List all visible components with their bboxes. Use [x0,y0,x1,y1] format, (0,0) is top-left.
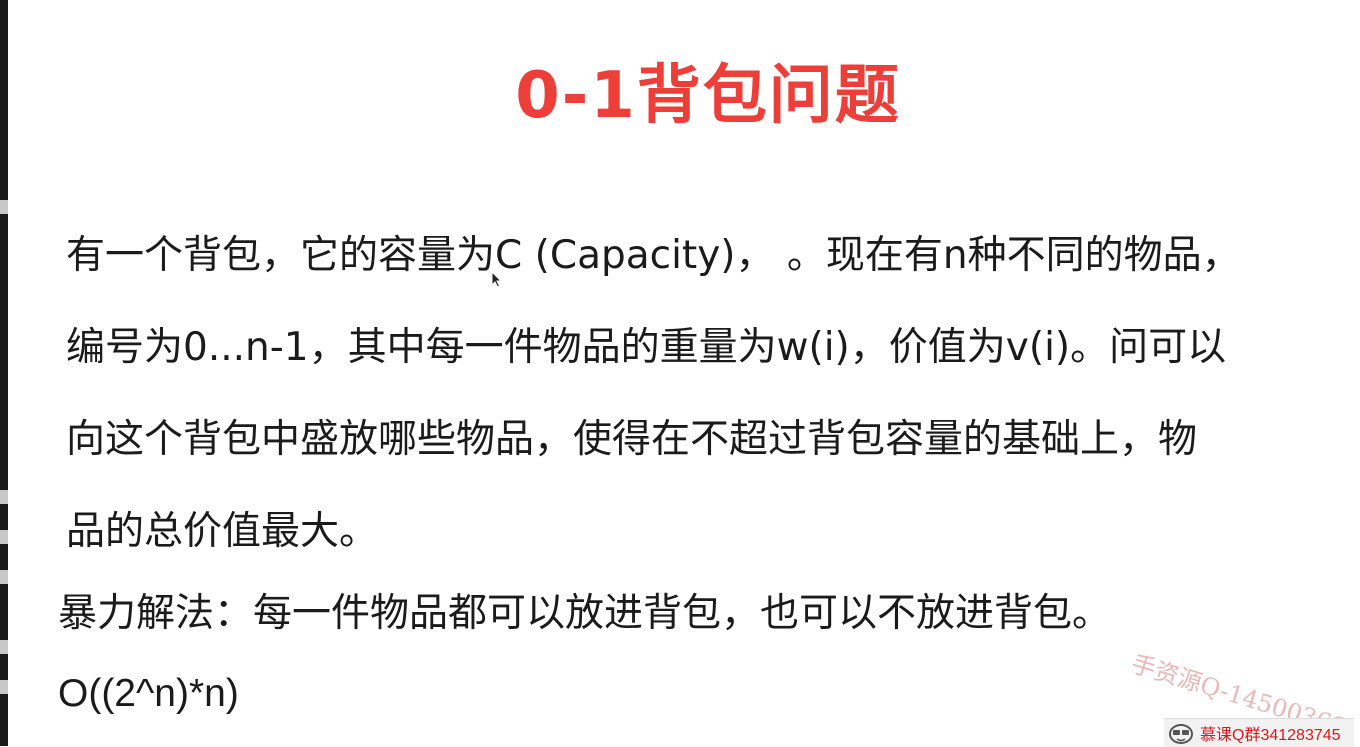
description-line: 品的总价值最大。 [66,509,379,554]
description-line: 编号为0...n-1，其中每一件物品的重量为w(i)，价值为v(i)。问可以 [66,325,1227,370]
edge-marker [0,490,8,504]
edge-marker [0,570,8,584]
mouse-cursor-icon [491,271,503,288]
slide-title: 0-1背包问题 [515,59,901,133]
window-left-border [0,0,8,746]
edge-marker [0,640,8,654]
complexity-text: O((2^n)*n) [58,672,239,715]
brute-force-text: 暴力解法：每一件物品都可以放进背包，也可以不放进背包。 [58,591,1112,636]
edge-marker [0,530,8,544]
badge-text: 慕课Q群341283745 [1200,727,1341,744]
edge-marker [0,680,8,694]
description-line: 向这个背包中盛放哪些物品，使得在不超过背包容量的基础上，物 [66,417,1198,462]
group-badge: 慕课Q群341283745 [1164,718,1354,747]
slide: 0-1背包问题 有一个背包，它的容量为C (Capacity)， 。现在有n种不… [8,0,1360,746]
edge-marker [0,200,8,214]
problem-description: 有一个背包，它的容量为C (Capacity)， 。现在有n种不同的物品， 编号… [66,210,1336,578]
mooc-logo-icon [1169,724,1193,744]
description-line: 有一个背包，它的容量为C (Capacity)， 。现在有n种不同的物品， [66,233,1241,278]
